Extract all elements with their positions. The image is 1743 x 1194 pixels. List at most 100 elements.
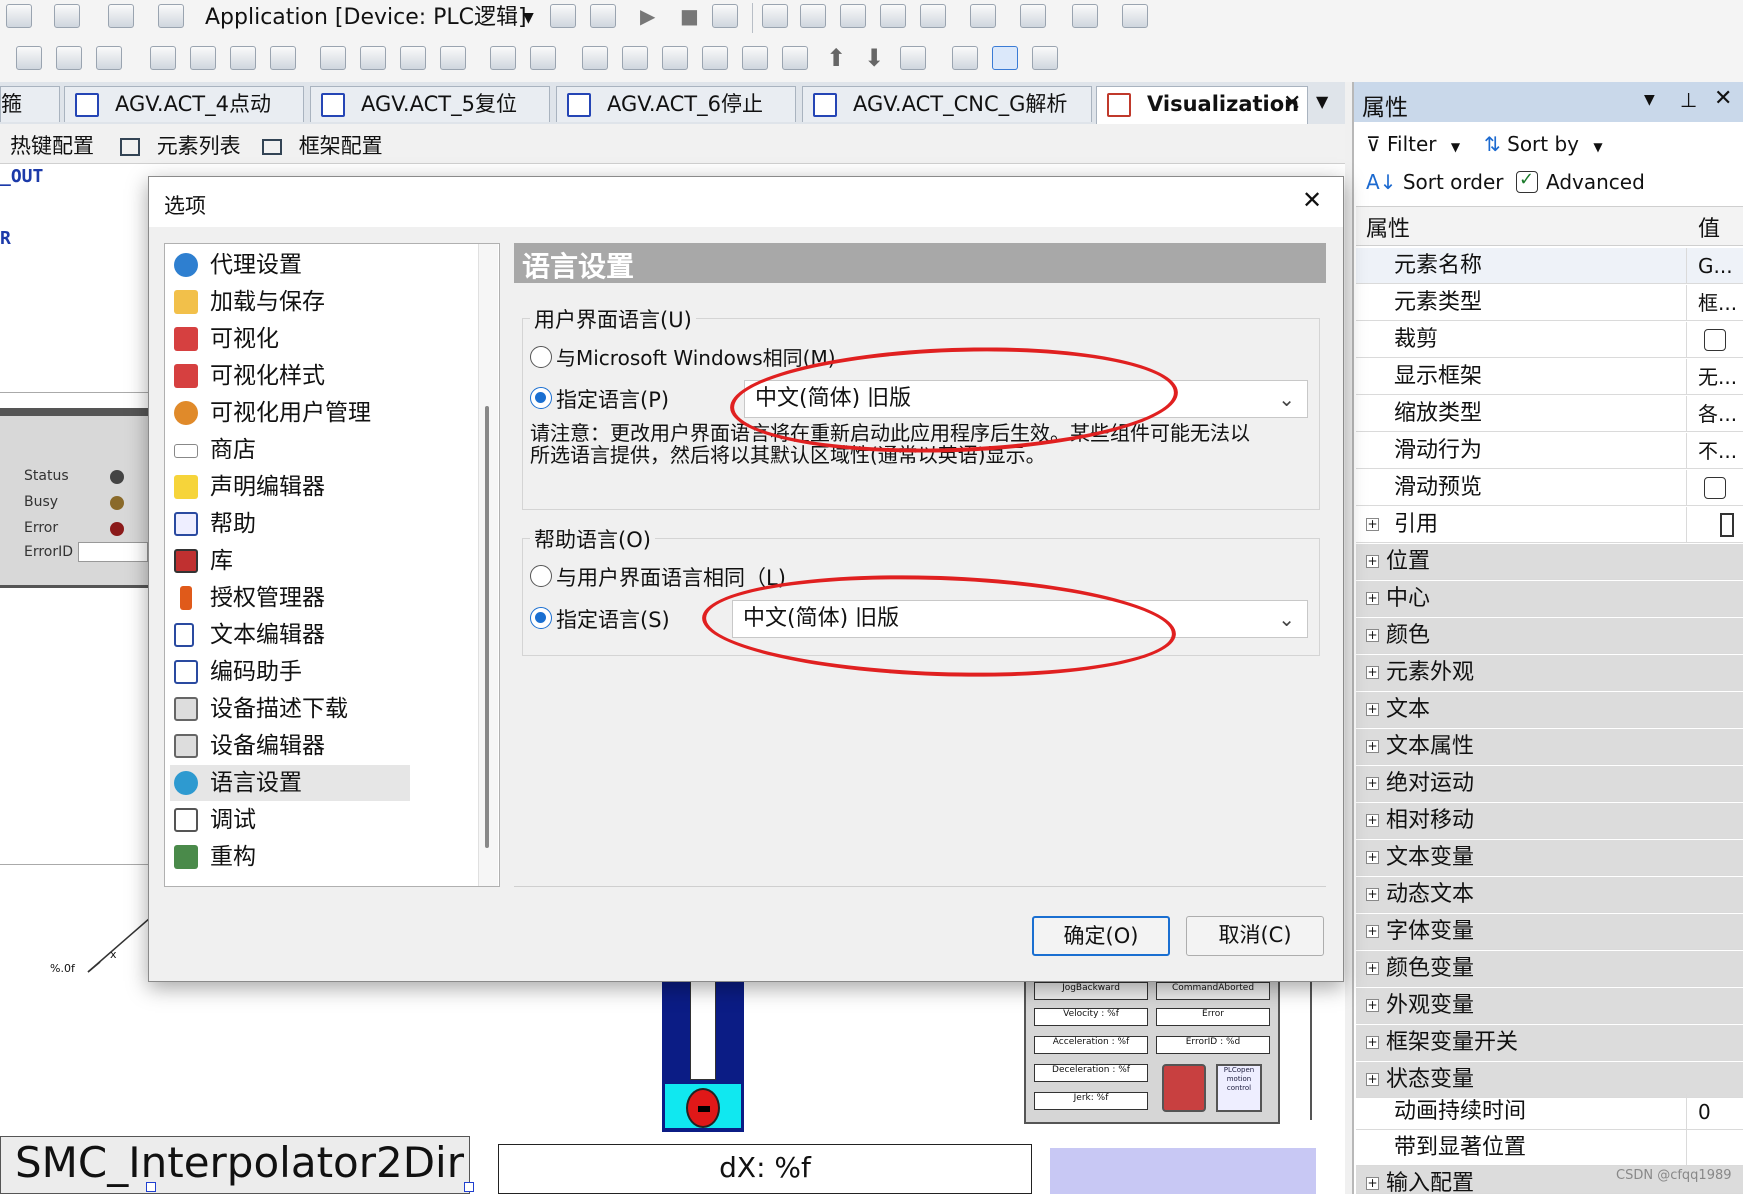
property-group[interactable]: + 颜色 — [1356, 618, 1743, 654]
tab-list-icon[interactable]: ▼ — [1316, 92, 1328, 111]
fb-handle[interactable] — [146, 1182, 156, 1192]
expand-icon[interactable]: + — [1366, 629, 1379, 642]
align-left-icon[interactable] — [16, 46, 42, 70]
sort-order-button[interactable]: A↓ Sort order ▼ — [1366, 170, 1527, 194]
expand-icon[interactable]: + — [1366, 814, 1379, 827]
ungroup-icon[interactable] — [530, 46, 556, 70]
chevron-down-icon[interactable]: ▼ — [523, 2, 534, 34]
nav-item-load-save[interactable]: 加载与保存 — [170, 284, 410, 320]
property-group[interactable]: + 文本变量 — [1356, 840, 1743, 876]
property-group[interactable]: + 中心 — [1356, 581, 1743, 617]
property-row[interactable]: 缩放类型 各... — [1356, 396, 1743, 432]
expand-icon[interactable]: + — [1366, 962, 1379, 975]
fb-handle[interactable] — [464, 1182, 474, 1192]
step-into-icon[interactable] — [800, 4, 826, 28]
nav-item-library[interactable]: 库 — [170, 543, 410, 579]
property-group[interactable]: + 颜色变量 — [1356, 951, 1743, 987]
calendar-icon[interactable] — [158, 4, 184, 28]
nav-item-declaration-editor[interactable]: 声明编辑器 — [170, 469, 410, 505]
align-middle-icon[interactable] — [190, 46, 216, 70]
property-row[interactable]: 动画持续时间 0 — [1356, 1094, 1743, 1130]
expand-icon[interactable]: + — [1366, 999, 1379, 1012]
cancel-button[interactable]: 取消(C) — [1186, 916, 1324, 956]
nav-item-visualization[interactable]: 可视化 — [170, 321, 410, 357]
align-top-icon[interactable] — [150, 46, 176, 70]
login-icon[interactable] — [550, 4, 576, 28]
run-icon[interactable]: ▶ — [640, 4, 655, 28]
same-size-icon[interactable] — [270, 46, 296, 70]
nav-item-coding-assistant[interactable]: 编码助手 — [170, 654, 410, 690]
property-row[interactable]: 元素类型 框... — [1356, 285, 1743, 321]
line-icon[interactable] — [582, 46, 608, 70]
tab-element-list[interactable]: 元素列表 — [120, 130, 241, 160]
advanced-checkbox[interactable]: ✓ — [1516, 169, 1538, 193]
layout-grid-icon[interactable] — [1032, 46, 1058, 70]
run-to-cursor-icon[interactable] — [880, 4, 906, 28]
expand-icon[interactable]: + — [1366, 740, 1379, 753]
nav-item-store[interactable]: 商店 — [170, 432, 410, 468]
expand-icon[interactable]: + — [1366, 1036, 1379, 1049]
pin-icon[interactable]: ⊥ — [1680, 88, 1697, 112]
tab-act4[interactable]: AGV.ACT_4点动 — [64, 86, 304, 122]
property-row[interactable]: 滑动预览 — [1356, 470, 1743, 506]
expand-icon[interactable]: + — [1366, 1073, 1379, 1086]
nav-item-device-editor[interactable]: 设备编辑器 — [170, 728, 410, 764]
property-row[interactable]: 带到显著位置 — [1356, 1130, 1743, 1166]
step-out-icon[interactable] — [840, 4, 866, 28]
reset-icon[interactable] — [712, 4, 738, 28]
negate-icon[interactable] — [742, 46, 768, 70]
close-icon[interactable]: ✕ — [1283, 87, 1301, 121]
expand-icon[interactable]: + — [1366, 518, 1379, 531]
function-block[interactable]: SMC_Interpolator2Dir — [0, 1136, 470, 1194]
tab-visualization[interactable]: Visualization ✕ — [1096, 86, 1308, 124]
nav-scroll-thumb[interactable] — [485, 406, 489, 848]
radio-help-same[interactable] — [530, 565, 552, 587]
move-up-icon[interactable]: ⬆ — [826, 44, 846, 72]
radio-ui-specify[interactable] — [530, 387, 552, 409]
sort-by-button[interactable]: ⇅ Sort by ▼ — [1484, 132, 1603, 156]
expand-icon[interactable]: + — [1366, 666, 1379, 679]
tab-partial[interactable]: 箍 — [0, 86, 60, 122]
property-row[interactable]: 滑动行为 不... — [1356, 433, 1743, 469]
tab-hotkeys[interactable]: 热键配置 — [10, 130, 94, 160]
front-icon[interactable] — [320, 46, 346, 70]
nav-scrollbar[interactable] — [478, 244, 498, 886]
new-file-icon[interactable] — [108, 4, 134, 28]
step-over-icon[interactable] — [762, 4, 788, 28]
expand-icon[interactable]: + — [1366, 703, 1379, 716]
expand-icon[interactable]: + — [1366, 925, 1379, 938]
nav-item-help[interactable]: 帮助 — [170, 506, 410, 542]
connect-icon[interactable] — [622, 46, 648, 70]
forward-icon[interactable] — [400, 46, 426, 70]
nav-item-visualization-style[interactable]: 可视化样式 — [170, 358, 410, 394]
tab-act6[interactable]: AGV.ACT_6停止 — [556, 86, 796, 122]
back-icon[interactable] — [360, 46, 386, 70]
property-group[interactable]: + 动态文本 — [1356, 877, 1743, 913]
layout-icon[interactable] — [952, 46, 978, 70]
branch-icon[interactable] — [782, 46, 808, 70]
breakpoint-icon[interactable] — [920, 4, 946, 28]
property-group[interactable]: + 文本 — [1356, 692, 1743, 728]
backward-icon[interactable] — [440, 46, 466, 70]
property-row[interactable]: 元素名称 G... — [1356, 248, 1743, 284]
nav-item-refactor[interactable]: 重构 — [170, 839, 410, 875]
paste-icon[interactable] — [6, 4, 32, 28]
nav-item-language[interactable]: 语言设置 — [170, 765, 410, 801]
align-center-icon[interactable] — [56, 46, 82, 70]
layout-active-icon[interactable] — [992, 46, 1018, 70]
filter-button[interactable]: ⊽ Filter ▼ — [1366, 132, 1460, 156]
property-group[interactable]: + 位置 — [1356, 544, 1743, 580]
property-group[interactable]: + 字体变量 — [1356, 914, 1743, 950]
radio-ui-windows[interactable] — [530, 346, 552, 368]
flow-icon[interactable] — [1122, 4, 1148, 28]
close-panel-icon[interactable]: ✕ — [1714, 86, 1732, 111]
goto-icon[interactable] — [970, 4, 996, 28]
panel-menu-icon[interactable]: ▼ — [1644, 92, 1655, 108]
property-group[interactable]: + 文本属性 — [1356, 729, 1743, 765]
reference-icon[interactable] — [1720, 513, 1734, 537]
tab-act5[interactable]: AGV.ACT_5复位 — [310, 86, 550, 122]
nav-item-proxy[interactable]: 代理设置 — [170, 247, 410, 283]
box-icon[interactable] — [900, 46, 926, 70]
expand-icon[interactable]: + — [1366, 777, 1379, 790]
nav-item-device-download[interactable]: 设备描述下载 — [170, 691, 410, 727]
